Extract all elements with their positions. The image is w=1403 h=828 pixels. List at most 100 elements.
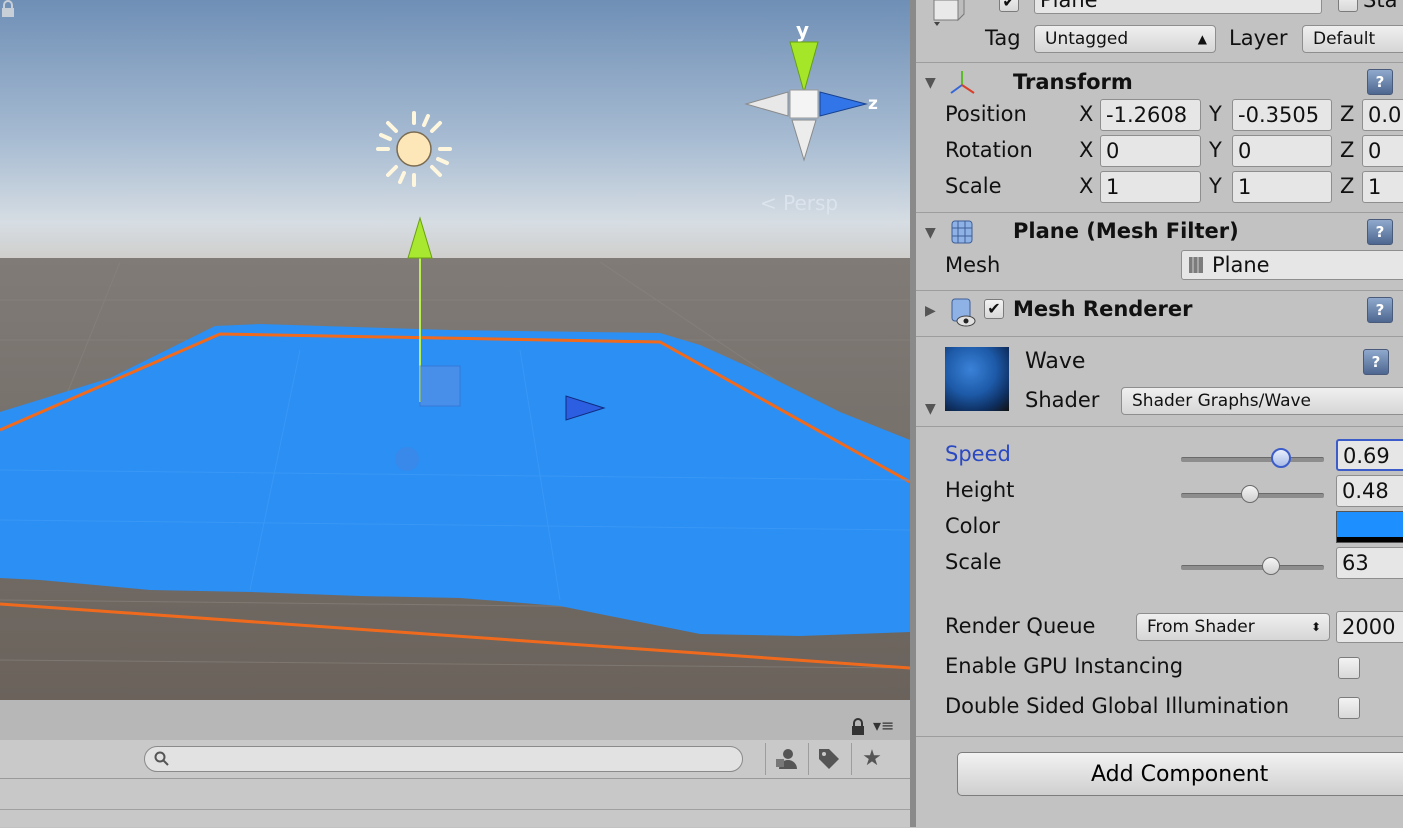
scene-canvas[interactable]: y z	[0, 0, 910, 700]
tag-dropdown[interactable]: Untagged ▲	[1034, 25, 1216, 53]
search-icon	[154, 751, 169, 766]
color-label[interactable]: Color	[945, 514, 1000, 538]
mesh-filter-title[interactable]: Plane (Mesh Filter)	[1013, 219, 1239, 243]
material-preview[interactable]	[945, 347, 1009, 411]
position-x-field[interactable]: -1.2608	[1100, 99, 1201, 131]
gpu-instancing-checkbox[interactable]	[1338, 657, 1360, 679]
transform-component: ▼ Transform ? Position X -1.2608 Y -0.35…	[916, 62, 1403, 213]
lock-icon[interactable]	[850, 718, 866, 736]
scene-lock-icon[interactable]	[0, 0, 16, 18]
gameobject-name-field[interactable]: Plane	[1034, 0, 1322, 14]
gameobject-active-checkbox[interactable]: ✔	[999, 0, 1019, 12]
mesh-filter-icon	[951, 220, 973, 244]
height-slider-thumb[interactable]	[1240, 485, 1259, 503]
search-input[interactable]	[175, 749, 729, 769]
rotation-label[interactable]: Rotation	[945, 138, 1033, 162]
scale-slider-track[interactable]	[1181, 565, 1324, 570]
hierarchy-list	[0, 779, 910, 827]
add-component-button[interactable]: Add Component	[957, 752, 1403, 796]
scale-value-field[interactable]: 63	[1336, 547, 1403, 579]
mesh-renderer-help-icon[interactable]: ?	[1367, 297, 1393, 323]
position-z-field[interactable]: 0.0	[1362, 99, 1403, 131]
position-x-label[interactable]: X	[1079, 102, 1093, 126]
gizmo-y-label: y	[796, 18, 809, 42]
speed-slider-track[interactable]	[1181, 457, 1324, 462]
panel-menu-icon[interactable]: ▾≡	[873, 716, 894, 735]
rotation-z-label[interactable]: Z	[1340, 138, 1354, 162]
material-name: Wave	[1025, 349, 1086, 374]
search-toolbar: ★	[0, 740, 910, 779]
mesh-asset-icon	[1189, 257, 1203, 273]
position-z-label[interactable]: Z	[1340, 102, 1354, 126]
scale-slider-thumb[interactable]	[1262, 557, 1281, 575]
color-swatch[interactable]	[1336, 511, 1403, 543]
panel-tab-bar: ▾≡	[0, 700, 910, 741]
mesh-label: Mesh	[945, 253, 1001, 277]
height-label[interactable]: Height	[945, 478, 1014, 502]
height-value-field[interactable]: 0.48	[1336, 475, 1403, 507]
position-label[interactable]: Position	[945, 102, 1027, 126]
hierarchy-filter-icon[interactable]	[765, 743, 806, 775]
sun-icon[interactable]	[376, 111, 452, 187]
scale-property-label[interactable]: Scale	[945, 550, 1002, 574]
tag-icon[interactable]	[808, 743, 849, 775]
rotation-y-label[interactable]: Y	[1209, 138, 1222, 162]
shader-label: Shader	[1025, 388, 1100, 412]
scene-view[interactable]: y z < Persp	[0, 0, 910, 700]
mesh-object-field[interactable]: Plane	[1181, 250, 1403, 280]
material-header: Wave ? Shader Shader Graphs/Wave ▼	[916, 336, 1403, 427]
rotation-x-label[interactable]: X	[1079, 138, 1093, 162]
speed-slider-thumb[interactable]	[1270, 448, 1291, 468]
material-properties: Speed 0.69 Height 0.48 Color Scale 63 Re…	[916, 426, 1403, 737]
position-y-label[interactable]: Y	[1209, 102, 1222, 126]
double-sided-gi-checkbox[interactable]	[1338, 697, 1360, 719]
projection-label[interactable]: < Persp	[760, 191, 838, 215]
position-y-field[interactable]: -0.3505	[1232, 99, 1332, 131]
rotation-z-field[interactable]: 0	[1362, 135, 1403, 167]
search-input-frame[interactable]	[144, 746, 743, 772]
move-gizmo-plane-handle[interactable]	[419, 365, 461, 407]
gizmo-z-label: z	[868, 94, 878, 114]
star-icon[interactable]: ★	[851, 743, 892, 775]
help-icon[interactable]: ?	[1367, 69, 1393, 95]
mesh-renderer-foldout-icon[interactable]: ▶	[925, 303, 936, 319]
scale-x-field[interactable]: 1	[1100, 171, 1201, 203]
sky	[0, 0, 910, 262]
mesh-filter-foldout-icon[interactable]: ▼	[925, 225, 936, 241]
rotation-x-field[interactable]: 0	[1100, 135, 1201, 167]
mesh-renderer-icon	[951, 298, 976, 327]
speed-value-field[interactable]: 0.69	[1336, 439, 1403, 471]
mesh-filter-component: ▼ Plane (Mesh Filter) ? Mesh Plane	[916, 212, 1403, 291]
render-queue-field[interactable]: 2000	[1336, 611, 1403, 643]
render-queue-label: Render Queue	[945, 614, 1096, 638]
scale-y-label[interactable]: Y	[1209, 174, 1222, 198]
static-checkbox[interactable]	[1338, 0, 1358, 12]
inspector-panel: ✔ Plane Sta Tag Untagged ▲ Layer Default …	[916, 0, 1403, 827]
mesh-renderer-enabled-checkbox[interactable]: ✔	[984, 299, 1004, 319]
static-label: Sta	[1363, 0, 1398, 12]
layer-dropdown[interactable]: Default	[1302, 25, 1403, 53]
tag-label: Tag	[985, 26, 1021, 50]
move-gizmo-x-handle[interactable]	[395, 447, 419, 471]
render-queue-dropdown[interactable]: From Shader ⬍	[1136, 613, 1330, 641]
speed-label[interactable]: Speed	[945, 442, 1011, 466]
gameobject-cube-icon	[933, 0, 965, 26]
transform-foldout-icon[interactable]: ▼	[925, 75, 936, 91]
mesh-filter-help-icon[interactable]: ?	[1367, 219, 1393, 245]
scale-y-field[interactable]: 1	[1232, 171, 1332, 203]
scale-z-label[interactable]: Z	[1340, 174, 1354, 198]
double-sided-gi-label: Double Sided Global Illumination	[945, 694, 1290, 718]
material-foldout-icon[interactable]: ▼	[925, 401, 936, 417]
rotation-y-field[interactable]: 0	[1232, 135, 1332, 167]
transform-title[interactable]: Transform	[1013, 70, 1133, 94]
scale-z-field[interactable]: 1	[1362, 171, 1403, 203]
scale-x-label[interactable]: X	[1079, 174, 1093, 198]
layer-label: Layer	[1229, 26, 1288, 50]
material-help-icon[interactable]: ?	[1363, 349, 1389, 375]
scale-label[interactable]: Scale	[945, 174, 1002, 198]
hierarchy-panel: ▾≡ ★	[0, 700, 910, 827]
shader-dropdown[interactable]: Shader Graphs/Wave	[1121, 387, 1403, 415]
gpu-instancing-label: Enable GPU Instancing	[945, 654, 1184, 678]
mesh-renderer-title[interactable]: Mesh Renderer	[1013, 297, 1193, 321]
transform-icon	[950, 71, 975, 94]
